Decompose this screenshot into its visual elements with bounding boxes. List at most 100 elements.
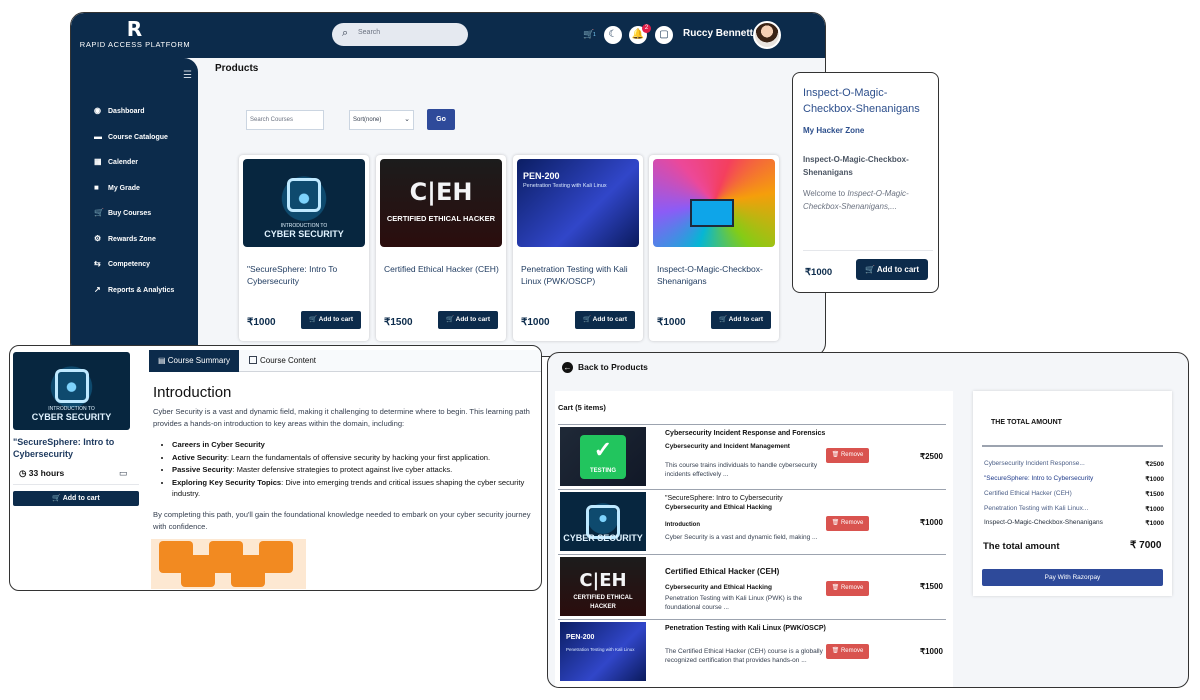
course-thumbnail: C|EH CERTIFIED ETHICAL HACKER bbox=[380, 159, 502, 247]
divider bbox=[982, 445, 1163, 447]
user-name[interactable]: Ruccy Bennett bbox=[683, 28, 753, 39]
thumbnail-text: INTRODUCTION TO CYBER SECURITY bbox=[264, 223, 344, 239]
course-tabs: ▤ Course Summary Course Content bbox=[149, 350, 541, 372]
intro-paragraph: Cyber Security is a vast and dynamic fie… bbox=[153, 407, 530, 428]
cart-item-price: ₹1000 bbox=[920, 647, 943, 656]
sidebar-item-reports[interactable]: ↗ Reports & Analytics bbox=[94, 285, 174, 299]
cart-list: Cart (5 items) ✓ TESTING Cybersecurity In… bbox=[555, 391, 953, 687]
search-input[interactable]: ⌕ Search bbox=[332, 23, 468, 46]
sidebar-item-label: Calender bbox=[108, 159, 138, 166]
add-to-cart-button[interactable]: 🛒 Add to cart bbox=[301, 311, 361, 329]
calendar-icon[interactable]: ▭ bbox=[119, 468, 128, 479]
sidebar-item-label: Course Catalogue bbox=[108, 134, 168, 141]
topic-list: Careers in Cyber Security Active Securit… bbox=[172, 439, 538, 501]
cart-item: ✓ TESTING Cybersecurity Incident Response… bbox=[558, 424, 946, 489]
logo[interactable]: R RAPID ACCESS PLATFORM bbox=[79, 18, 191, 56]
tab-course-content[interactable]: Course Content bbox=[249, 350, 316, 372]
page-title: Products bbox=[215, 63, 259, 74]
sidebar: ☰ ◉ Dashboard ▬ Course Catalogue ▦ Calender… bbox=[71, 58, 198, 356]
total-label: The total amount bbox=[983, 541, 1060, 552]
cart-item-name: "SecureSphere: Intro to Cybersecurity bbox=[665, 495, 783, 502]
pay-with-razorpay-button[interactable]: Pay With Razorpay bbox=[982, 569, 1163, 586]
popup-zone: My Hacker Zone bbox=[803, 126, 865, 135]
search-icon: ⌕ bbox=[342, 27, 349, 39]
sidebar-item-rewards-zone[interactable]: ⚙ Rewards Zone bbox=[94, 234, 156, 248]
cart-item-price: ₹1000 bbox=[920, 518, 943, 527]
menu-icon[interactable]: ☰ bbox=[183, 70, 192, 81]
popup-title: Inspect-O-Magic-Checkbox-Shenanigans bbox=[803, 87, 920, 115]
cart-item-category: Cybersecurity and Ethical Hacking bbox=[665, 584, 772, 591]
add-to-cart-button[interactable]: 🛒 Add to cart bbox=[856, 259, 928, 280]
popup-price: ₹1000 bbox=[805, 267, 833, 278]
sidebar-item-buy-courses[interactable]: 🛒 Buy Courses bbox=[94, 208, 151, 222]
rewards-icon: ⚙ bbox=[94, 234, 102, 243]
dark-mode-icon[interactable]: ☾ bbox=[604, 26, 622, 44]
go-button[interactable]: Go bbox=[427, 109, 455, 130]
sidebar-item-dashboard[interactable]: ◉ Dashboard bbox=[94, 106, 145, 120]
sidebar-item-label: Buy Courses bbox=[108, 210, 152, 217]
cart-item-price: ₹2500 bbox=[920, 452, 943, 461]
product-card[interactable]: PEN-200 Penetration Testing with Kali Li… bbox=[513, 155, 643, 341]
cart-item-desc: Penetration Testing with Kali Linux (PWK… bbox=[665, 595, 803, 611]
product-card[interactable]: C|EH CERTIFIED ETHICAL HACKER Certified … bbox=[376, 155, 506, 341]
competency-icon: ⇆ bbox=[94, 259, 101, 268]
remove-button[interactable]: 🗑 Remove bbox=[826, 581, 869, 596]
cart-item-desc: Cyber Security is a vast and dynamic fie… bbox=[665, 534, 818, 541]
sidebar-item-my-grade[interactable]: ■ My Grade bbox=[94, 183, 140, 197]
cart-item: CYBER SECURITY "SecureSphere: Intro to C… bbox=[558, 489, 946, 554]
sidebar-item-label: Competency bbox=[108, 261, 151, 268]
clock-icon: ◷ bbox=[19, 468, 27, 478]
closing-paragraph: By completing this path, you'll gain the… bbox=[153, 510, 531, 531]
course-thumbnail: PEN-200 Penetration Testing with Kali Li… bbox=[517, 159, 639, 247]
add-to-cart-button[interactable]: 🛒 Add to cart bbox=[711, 311, 771, 329]
course-thumbnail: INTRODUCTION TO CYBER SECURITY bbox=[13, 352, 130, 430]
monitor-icon bbox=[689, 198, 734, 227]
sidebar-item-label: Rewards Zone bbox=[108, 236, 156, 243]
lock-icon bbox=[287, 178, 321, 213]
course-search-input[interactable]: Search Courses bbox=[246, 110, 324, 130]
sidebar-item-label: Reports & Analytics bbox=[108, 287, 175, 294]
add-to-cart-button[interactable]: 🛒 Add to cart bbox=[438, 311, 498, 329]
checkbox-icon bbox=[249, 356, 257, 364]
logo-mark: R bbox=[126, 17, 144, 41]
product-title[interactable]: Certified Ethical Hacker (CEH) bbox=[384, 263, 500, 275]
divider bbox=[803, 250, 933, 251]
sidebar-item-competency[interactable]: ⇆ Competency bbox=[94, 259, 150, 273]
sidebar-item-course-catalogue[interactable]: ▬ Course Catalogue bbox=[94, 132, 168, 146]
sidebar-item-label: Dashboard bbox=[108, 108, 145, 115]
back-to-products-link[interactable]: ← Back to Products bbox=[562, 362, 648, 373]
sort-select[interactable]: Sort(none) ⌄ bbox=[349, 110, 414, 130]
calendar-icon: ▦ bbox=[94, 157, 102, 166]
course-thumbnail bbox=[653, 159, 775, 247]
sidebar-item-calender[interactable]: ▦ Calender bbox=[94, 157, 138, 171]
avatar[interactable] bbox=[753, 21, 781, 49]
course-thumbnail: C|EH CERTIFIED ETHICAL HACKER bbox=[560, 557, 646, 616]
product-title[interactable]: Inspect-O-Magic-Checkbox-Shenanigans bbox=[657, 263, 773, 287]
list-item: Passive Security: Master defensive strat… bbox=[172, 464, 538, 476]
add-to-cart-button[interactable]: 🛒 Add to cart bbox=[13, 491, 139, 506]
thumbnail-text: PEN-200 bbox=[566, 634, 595, 641]
remove-button[interactable]: 🗑 Remove bbox=[826, 516, 869, 531]
sort-value: Sort(none) bbox=[353, 117, 382, 123]
search-placeholder: Search bbox=[358, 29, 381, 36]
tab-course-summary[interactable]: ▤ Course Summary bbox=[149, 350, 239, 372]
add-to-cart-button[interactable]: 🛒 Add to cart bbox=[575, 311, 635, 329]
thumbnail-subtext: CERTIFIED ETHICAL HACKER bbox=[386, 213, 496, 223]
course-thumbnail: ✓ TESTING bbox=[560, 427, 646, 486]
product-title[interactable]: "SecureSphere: Intro To Cybersecurity bbox=[247, 263, 363, 287]
product-card[interactable]: Inspect-O-Magic-Checkbox-Shenanigans ₹10… bbox=[649, 155, 779, 341]
total-value: ₹ 7000 bbox=[1130, 540, 1162, 551]
course-title: "SecureSphere: Intro to Cybersecurity bbox=[13, 437, 115, 459]
popup-welcome: Welcome to Inspect-O-Magic-Checkbox-Shen… bbox=[803, 189, 909, 211]
thumbnail-text: C|EH bbox=[579, 569, 627, 591]
chat-icon[interactable]: ▢ bbox=[655, 26, 673, 44]
product-title[interactable]: Penetration Testing with Kali Linux (PWK… bbox=[521, 263, 637, 287]
remove-button[interactable]: 🗑 Remove bbox=[826, 644, 869, 659]
remove-button[interactable]: 🗑 Remove bbox=[826, 448, 869, 463]
thumbnail-text: PEN-200 bbox=[523, 171, 560, 181]
thumbnail-text: C|EH bbox=[409, 178, 473, 207]
product-card[interactable]: INTRODUCTION TO CYBER SECURITY "SecureSph… bbox=[239, 155, 369, 341]
thumbnail-text: INTRODUCTION TO CYBER SECURITY bbox=[31, 406, 112, 422]
dashboard-icon: ◉ bbox=[94, 106, 101, 115]
cart-item: PEN-200 Penetration Testing with Kali Lin… bbox=[558, 619, 946, 684]
